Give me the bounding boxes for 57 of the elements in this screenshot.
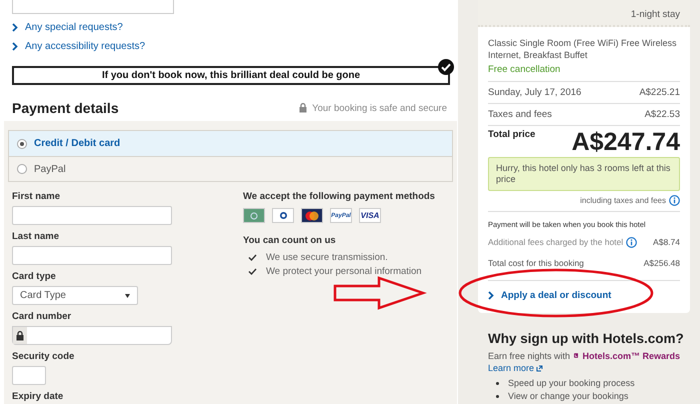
earn-text: Earn free nights with (488, 350, 570, 360)
availability-alert: Hurry, this hotel only has 3 rooms left at this price (488, 157, 680, 191)
input-field[interactable] (12, 246, 172, 265)
request-link[interactable]: Any special requests? (12, 22, 123, 33)
taxes-note: including taxes and fees (580, 196, 666, 205)
payment-option[interactable]: Credit / Debit card (9, 131, 452, 156)
price-amount: A$22.53 (644, 109, 680, 120)
card-logo-icon (243, 208, 265, 223)
card-number-field[interactable] (12, 326, 172, 345)
request-link[interactable]: Any accessibility requests? (12, 41, 146, 52)
input-field[interactable] (12, 0, 174, 14)
card-type-dropdown[interactable]: Card Type (12, 286, 138, 305)
security-code-field[interactable] (12, 366, 46, 385)
price-label: Sunday, July 17, 2016 (488, 87, 582, 98)
trust-point: We protect your personal information (266, 266, 422, 277)
field-label: Last name (12, 231, 60, 242)
trust-heading: You can count on us (243, 235, 337, 246)
fee-amount: A$256.48 (644, 258, 680, 269)
input-field[interactable] (12, 206, 172, 225)
stay-length: 1-night stay (630, 9, 680, 20)
field-label: First name (12, 191, 62, 202)
field-label: Expiry date (12, 391, 64, 402)
total-price: A$247.74 (572, 129, 680, 155)
field-label: Security code (12, 351, 76, 362)
external-link-icon (536, 364, 544, 372)
total-label: Total price (488, 129, 536, 142)
deal-link[interactable]: Apply a deal or discount (488, 290, 612, 301)
methods-heading: We accept the following payment methods (243, 191, 435, 202)
fee-amount: A$8.74 (653, 237, 680, 248)
fee-label: Total cost for this booking (488, 258, 584, 269)
visa-logo: VISA (359, 208, 381, 223)
secure-note: Your booking is safe and secure (312, 102, 447, 114)
bullet-icon (496, 394, 499, 398)
rewards-name: Hotels.com™ Rewards (582, 350, 680, 360)
price-amount: A$225.21 (639, 87, 680, 98)
field-label: Card number (12, 311, 72, 322)
lock-icon (16, 330, 24, 340)
chevron-icon (488, 291, 494, 300)
trust-point: We use secure transmission. (266, 252, 388, 263)
price-label: Taxes and fees (488, 109, 552, 120)
benefit-item: View or change your bookings (508, 391, 628, 401)
benefit-item: Speed up your booking process (508, 378, 635, 388)
section-heading: Payment details (12, 100, 119, 116)
card-logo-icon (301, 208, 323, 223)
lock-icon (299, 103, 308, 113)
card-logo-icon (272, 208, 294, 223)
fee-label: Additional fees charged by the hotel (488, 237, 624, 248)
field-label: Card type (12, 271, 57, 282)
room-description: Classic Single Room (Free WiFi) Free Wireless Internet, Breakfast Buffet (488, 37, 678, 61)
info-icon[interactable] (626, 237, 638, 248)
learn-more-link[interactable]: Learn more (488, 363, 544, 373)
chevron-icon (12, 23, 18, 32)
caret-icon (125, 294, 130, 298)
info-icon[interactable] (669, 195, 680, 206)
cancellation-note: Free cancellation (488, 64, 562, 75)
chevron-icon (12, 42, 18, 51)
bullet-icon (496, 382, 499, 384)
